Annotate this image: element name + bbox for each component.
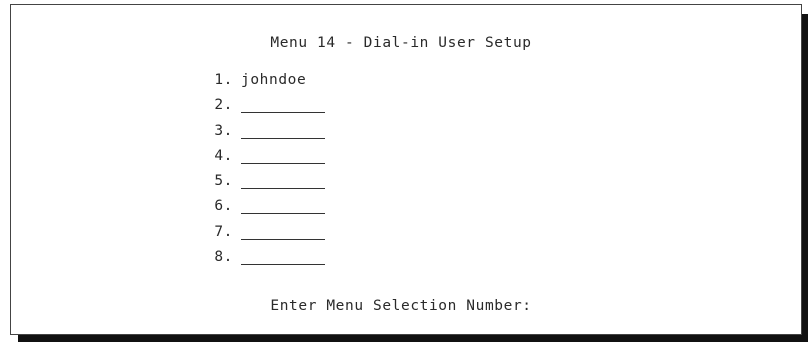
user-entry-1[interactable]: 1. johndoe bbox=[201, 72, 325, 97]
entry-blank-field bbox=[241, 224, 325, 240]
entry-number: 2. bbox=[214, 97, 233, 114]
entry-blank-field bbox=[241, 173, 325, 190]
user-entry-3[interactable]: 3. bbox=[201, 123, 325, 148]
entry-name: johndoe bbox=[241, 72, 307, 88]
entry-blank-field bbox=[241, 97, 325, 114]
menu-selection-prompt[interactable]: Enter Menu Selection Number: bbox=[11, 298, 791, 314]
entry-blank-field bbox=[241, 123, 325, 139]
entry-number: 8. bbox=[214, 249, 233, 266]
menu-title: Menu 14 - Dial-in User Setup bbox=[270, 35, 532, 51]
entry-blank-field bbox=[241, 148, 325, 164]
entry-number: 5. bbox=[214, 173, 233, 190]
user-entry-8[interactable]: 8. bbox=[201, 249, 325, 274]
entry-number: 4. bbox=[214, 147, 233, 164]
user-entry-2[interactable]: 2. bbox=[201, 97, 325, 122]
entry-blank-field bbox=[241, 249, 325, 266]
user-entry-4[interactable]: 4. bbox=[201, 148, 325, 173]
entry-number: 7. bbox=[214, 223, 233, 240]
user-entry-6[interactable]: 6. bbox=[201, 198, 325, 223]
entry-number: 3. bbox=[214, 122, 233, 139]
entry-number: 1. bbox=[214, 72, 233, 88]
user-entry-5[interactable]: 5. bbox=[201, 173, 325, 198]
user-entry-7[interactable]: 7. bbox=[201, 224, 325, 249]
entry-blank-field bbox=[241, 198, 325, 215]
user-list: 1. johndoe 2. 3. 4. 5. 6. 7. 8. bbox=[201, 72, 325, 274]
entry-number: 6. bbox=[214, 198, 233, 215]
terminal-window: Menu 14 - Dial-in User Setup 1. johndoe … bbox=[10, 4, 802, 335]
